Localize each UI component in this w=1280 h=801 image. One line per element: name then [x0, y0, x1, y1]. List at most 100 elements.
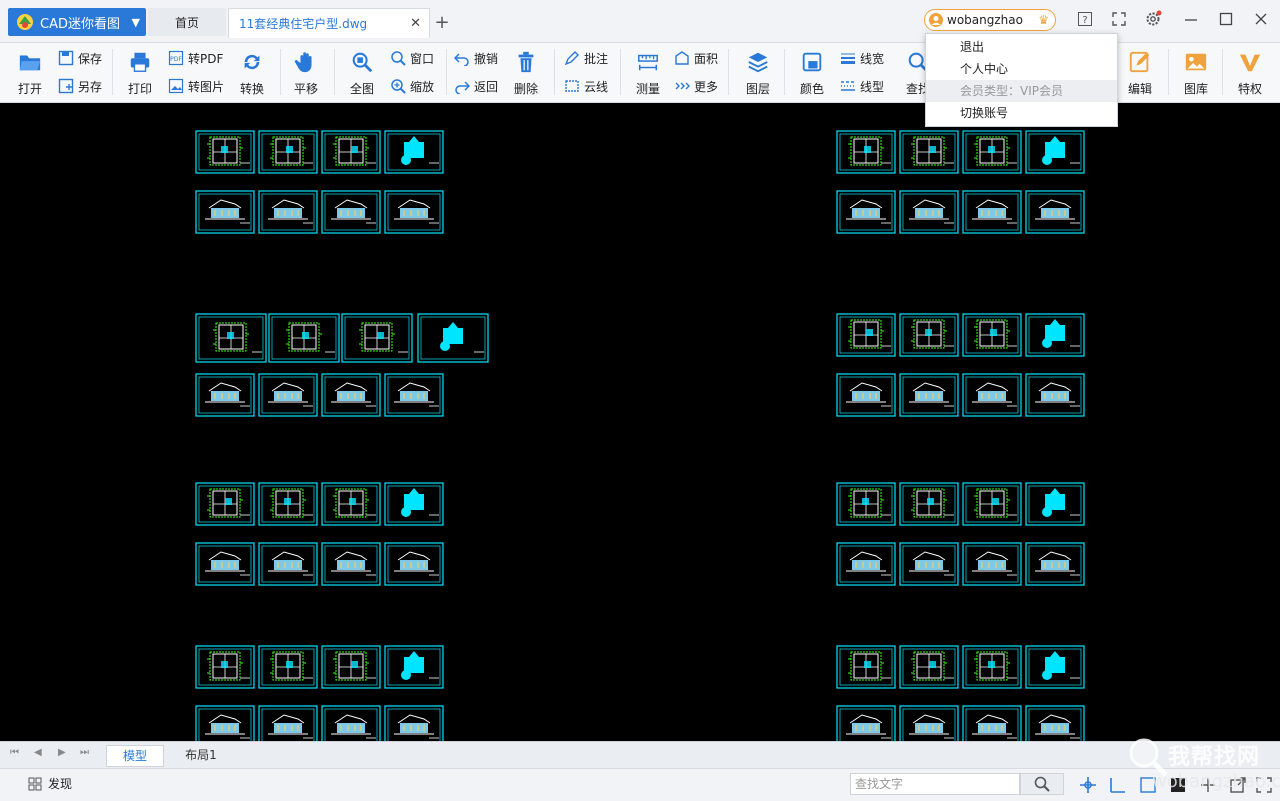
measure-button[interactable]: 测量 [628, 47, 668, 97]
to-image-label: 转图片 [188, 79, 225, 94]
settings-button[interactable] [1140, 8, 1166, 30]
drawing-sheet [836, 130, 896, 174]
drawing-sheet [1025, 130, 1085, 174]
line-width-label: 线宽 [860, 51, 885, 66]
to-pdf-button[interactable]: PDF 转PDF [168, 48, 223, 68]
drawing-sheet [1025, 313, 1085, 357]
hand-icon [294, 52, 312, 73]
line-width-button[interactable]: 线宽 [840, 48, 884, 68]
app-menu-button[interactable]: CAD迷你看图 ▼ [8, 8, 146, 36]
drawing-sheet [1025, 373, 1085, 417]
help-button[interactable]: ? [1072, 8, 1098, 30]
privilege-button[interactable]: 特权 [1230, 47, 1270, 97]
fullscreen-button[interactable] [1106, 8, 1132, 30]
last-tab-icon[interactable]: ⏭ [80, 747, 89, 758]
to-image-button[interactable]: 转图片 [168, 76, 224, 96]
drawing-sheet [321, 542, 381, 586]
to-pdf-label: 转PDF [188, 51, 224, 66]
maximize-button[interactable] [1213, 8, 1239, 30]
delete-button[interactable]: 删除 [506, 47, 546, 97]
background-toggle-icon[interactable] [1168, 775, 1188, 795]
save-button[interactable]: 保存 [58, 48, 102, 68]
separator [728, 49, 729, 95]
grid-toggle-icon[interactable] [1138, 775, 1158, 795]
snap-icon[interactable] [1078, 775, 1098, 795]
search-text-button[interactable] [1020, 773, 1064, 795]
drawing-sheet [962, 542, 1022, 586]
drawing-sheet [899, 190, 959, 234]
layers-button[interactable]: 图层 [738, 47, 778, 97]
drawing-sheet [195, 482, 255, 526]
drawing-sheet [962, 130, 1022, 174]
annotate-button[interactable]: 批注 [564, 48, 608, 68]
line-width-icon [841, 53, 855, 64]
drawing-sheet [321, 373, 381, 417]
save-as-button[interactable]: 另存 [58, 76, 102, 96]
drawing-sheet [384, 190, 444, 234]
tab-home[interactable]: 首页 [148, 8, 226, 36]
line-type-button[interactable]: 线型 [840, 76, 884, 96]
tab-file[interactable]: 11套经典住宅户型.dwg ✕ [228, 8, 430, 38]
gallery-label: 图库 [1183, 82, 1208, 96]
convert-button[interactable]: 转换 [232, 47, 272, 97]
edit-button[interactable]: 编辑 [1120, 47, 1160, 97]
next-tab-icon[interactable]: ▶ [58, 747, 66, 758]
drawing-sheet [1025, 482, 1085, 526]
area-icon [675, 51, 689, 65]
drawing-canvas[interactable] [2, 103, 1278, 741]
print-button[interactable]: 打印 [120, 47, 160, 97]
zoom-label: 缩放 [410, 79, 435, 94]
app-logo-icon [17, 14, 33, 30]
drawing-sheet [321, 190, 381, 234]
user-account-button[interactable]: wobangzhao ♛ [924, 9, 1056, 31]
window-zoom-button[interactable]: 窗口 [390, 48, 434, 68]
menu-item-profile[interactable]: 个人中心 [926, 58, 1117, 80]
drawing-sheet [195, 542, 255, 586]
vip-icon [1239, 54, 1261, 72]
close-window-button[interactable] [1248, 8, 1274, 30]
export-icon[interactable] [1228, 775, 1248, 795]
print-label: 打印 [127, 82, 152, 96]
close-tab-icon[interactable]: ✕ [410, 16, 421, 31]
ortho-icon[interactable] [1108, 775, 1128, 795]
drawing-sheet [258, 705, 318, 741]
crosshair-icon[interactable] [1198, 775, 1218, 795]
open-button[interactable]: 打开 [10, 47, 50, 97]
more-measure-button[interactable]: 更多 [674, 76, 718, 96]
tab-layout1[interactable]: 布局1 [166, 745, 236, 765]
new-tab-button[interactable]: + [430, 8, 454, 36]
tab-model[interactable]: 模型 [106, 745, 164, 767]
zoom-button[interactable]: 缩放 [390, 76, 434, 96]
ruler-icon [638, 54, 658, 71]
separator [334, 49, 335, 95]
menu-item-logout[interactable]: 退出 [926, 36, 1117, 58]
first-tab-icon[interactable]: ⏮ [10, 747, 19, 758]
drawing-sheet [321, 130, 381, 174]
line-type-label: 线型 [860, 79, 885, 94]
area-button[interactable]: 面积 [674, 48, 718, 68]
color-label: 颜色 [799, 82, 824, 96]
menu-item-switch-account[interactable]: 切换账号 [926, 102, 1117, 124]
chevron-down-icon: ▼ [131, 15, 140, 29]
minimize-button[interactable] [1178, 8, 1204, 30]
drawing-sheet [195, 373, 255, 417]
save-label: 保存 [78, 51, 103, 66]
menu-item-membership: 会员类型：VIP会员 [926, 80, 1117, 102]
drawing-sheet [836, 313, 896, 357]
undo-button[interactable]: 撤销 [454, 48, 498, 68]
search-text-input[interactable] [850, 773, 1020, 795]
drawing-sheet [417, 313, 489, 363]
discover-button[interactable]: 发现 [28, 775, 72, 792]
delete-label: 删除 [513, 82, 538, 96]
color-button[interactable]: 颜色 [792, 47, 832, 97]
pan-button[interactable]: 平移 [286, 47, 326, 97]
window-zoom-label: 窗口 [410, 51, 435, 66]
separator [1168, 49, 1169, 95]
gallery-button[interactable]: 图库 [1176, 47, 1216, 97]
cloud-line-button[interactable]: 云线 [564, 76, 608, 96]
drawing-sheet [384, 705, 444, 741]
back-button[interactable]: 返回 [454, 76, 498, 96]
fullscreen-toggle-icon[interactable] [1254, 775, 1274, 795]
full-view-button[interactable]: 全图 [342, 47, 382, 97]
prev-tab-icon[interactable]: ◀ [34, 747, 42, 758]
